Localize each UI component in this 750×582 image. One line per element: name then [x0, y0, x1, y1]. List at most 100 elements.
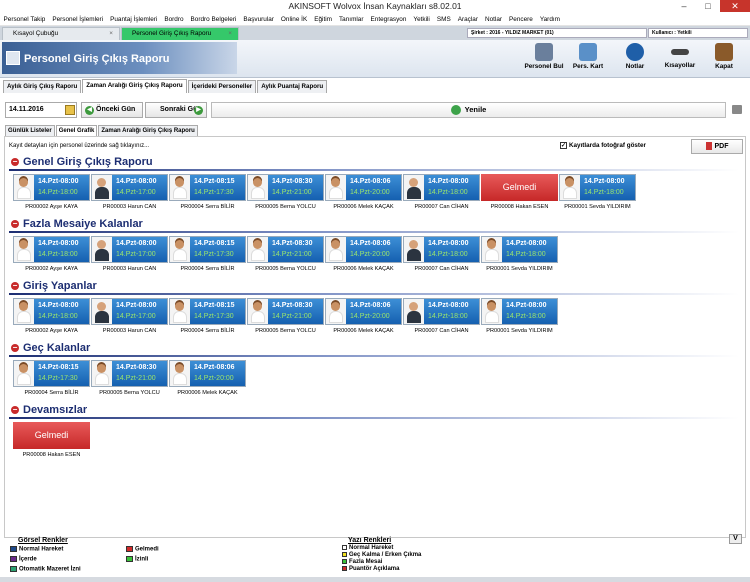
view-tabs: Günlük Listeler Genel Grafik Zaman Aralı…: [5, 125, 199, 136]
exit-door-icon: [715, 43, 733, 61]
previous-day-button[interactable]: ◀ Önceki Gün: [81, 102, 143, 118]
minimize-icon[interactable]: –: [672, 0, 696, 12]
section-header[interactable]: − Geç Kalanlar: [9, 341, 739, 355]
personnel-card[interactable]: 14.Pzt-08:15 14.Pzt-17:30 PR00004 Serra Bİ…: [13, 360, 90, 396]
tab-attendance-report[interactable]: Personel Giriş Çıkış Raporu ×: [121, 27, 239, 40]
personnel-card[interactable]: 14.Pzt-08:30 14.Pzt-21:00 PR00005 Berna YO…: [247, 174, 324, 210]
personnel-card-button[interactable]: Pers. Kart: [566, 42, 610, 74]
close-icon[interactable]: ✕: [720, 0, 750, 12]
next-day-button[interactable]: Sonraki Gün ▶: [145, 102, 207, 118]
person-photo-icon: [170, 237, 190, 262]
legend-toggle-button[interactable]: V: [729, 534, 742, 544]
menu-item[interactable]: Pencere: [506, 13, 537, 25]
menu-item[interactable]: Online İK: [277, 13, 310, 25]
personnel-card[interactable]: 14.Pzt-08:00 14.Pzt-17:00 PR00003 Harun CA…: [91, 298, 168, 334]
personnel-card[interactable]: 14.Pzt-08:00 14.Pzt-18:00 PR00002 Ayşe KAY…: [13, 298, 90, 334]
close-tab-icon[interactable]: ×: [109, 28, 113, 40]
personnel-card[interactable]: 14.Pzt-08:00 14.Pzt-18:00 PR00007 Can CİHA…: [403, 236, 480, 272]
maximize-icon[interactable]: □: [696, 0, 720, 12]
personnel-card[interactable]: 14.Pzt-08:00 14.Pzt-18:00 PR00001 Sevda YI…: [559, 174, 636, 210]
tab-date-range[interactable]: Zaman Aralığı Giriş Çıkış Raporu: [98, 125, 198, 136]
personnel-name: PR00004 Serra BİLİR: [180, 266, 235, 272]
pdf-button[interactable]: PDF: [691, 139, 743, 154]
personnel-card[interactable]: 14.Pzt-08:00 14.Pzt-18:00 PR00001 Sevda YI…: [481, 298, 558, 334]
tab-monthly-timesheet[interactable]: Aylık Puantaj Raporu: [257, 80, 328, 93]
close-tab-icon[interactable]: ×: [228, 28, 232, 40]
tab-date-range-report[interactable]: Zaman Aralığı Giriş Çıkış Raporu: [82, 79, 187, 93]
date-input[interactable]: 14.11.2016: [5, 102, 77, 118]
calendar-icon[interactable]: [65, 105, 75, 115]
personnel-card[interactable]: 14.Pzt-08:30 14.Pzt-21:00 PR00005 Berna YO…: [247, 236, 324, 272]
menu-item[interactable]: Personel İşlemleri: [49, 13, 107, 25]
show-photos-checkbox[interactable]: ✓ Kayıtlarda fotoğraf göster: [560, 142, 646, 149]
legend-text-title: Yazı Renkleri: [348, 537, 392, 544]
absent-status: Gelmedi: [481, 174, 558, 201]
section-header[interactable]: − Devamsızlar: [9, 403, 739, 417]
tab-inside-personnel[interactable]: İçerideki Personeller: [187, 80, 257, 93]
attendance-box: 14.Pzt-08:30 14.Pzt-21:00: [247, 174, 324, 201]
personnel-card[interactable]: 14.Pzt-08:15 14.Pzt-17:30 PR00004 Serra Bİ…: [169, 298, 246, 334]
menu-item[interactable]: SMS: [433, 13, 454, 25]
personnel-card[interactable]: Gelmedi PR00008 Hakan ESEN: [13, 422, 90, 458]
check-in-time: 14.Pzt-08:30: [116, 364, 157, 371]
personnel-card[interactable]: 14.Pzt-08:30 14.Pzt-21:00 PR00005 Berna YO…: [247, 298, 324, 334]
personnel-card[interactable]: 14.Pzt-08:00 14.Pzt-18:00 PR00007 Can CİHA…: [403, 298, 480, 334]
menu-item[interactable]: Notlar: [481, 13, 505, 25]
collapse-icon[interactable]: −: [11, 282, 19, 290]
tab-daily-lists[interactable]: Günlük Listeler: [5, 125, 55, 136]
shortcuts-button[interactable]: Kısayollar: [658, 42, 702, 74]
find-personnel-button[interactable]: Personel Bul: [522, 42, 566, 74]
menu-item[interactable]: Yardım: [536, 13, 563, 25]
personnel-card[interactable]: 14.Pzt-08:30 14.Pzt-21:00 PR00005 Berna YO…: [91, 360, 168, 396]
button-label: Kapat: [715, 63, 733, 70]
section-header[interactable]: − Giriş Yapanlar: [9, 279, 739, 293]
refresh-button[interactable]: Yenile: [211, 102, 726, 118]
personnel-card[interactable]: 14.Pzt-08:00 14.Pzt-17:00 PR00003 Harun CA…: [91, 236, 168, 272]
check-in-time: 14.Pzt-08:00: [38, 302, 79, 309]
menu-item[interactable]: Bordro Belgeleri: [187, 13, 240, 25]
notes-button[interactable]: Notlar: [613, 42, 657, 74]
personnel-card[interactable]: 14.Pzt-08:00 14.Pzt-18:00 PR00002 Ayşe KAY…: [13, 236, 90, 272]
personnel-name: PR00002 Ayşe KAYA: [25, 204, 78, 210]
section-header[interactable]: − Fazla Mesaiye Kalanlar: [9, 217, 739, 231]
personnel-card[interactable]: 14.Pzt-08:06 14.Pzt-20:00 PR00006 Melek KA…: [325, 174, 402, 210]
personnel-card[interactable]: Gelmedi PR00008 Hakan ESEN: [481, 174, 558, 210]
button-label: Kısayollar: [664, 62, 696, 69]
print-icon[interactable]: [732, 105, 742, 114]
personnel-name: PR00004 Serra BİLİR: [180, 204, 235, 210]
menu-item[interactable]: Araçlar: [454, 13, 481, 25]
personnel-card[interactable]: 14.Pzt-08:15 14.Pzt-17:30 PR00004 Serra Bİ…: [169, 174, 246, 210]
personnel-card[interactable]: 14.Pzt-08:06 14.Pzt-20:00 PR00006 Melek KA…: [325, 236, 402, 272]
menu-item[interactable]: Puantaj İşlemleri: [107, 13, 161, 25]
menu-item[interactable]: Personel Takip: [0, 13, 49, 25]
user-box: Kullanıcı : Yetkili: [648, 28, 748, 38]
time-block: 14.Pzt-08:00 14.Pzt-18:00: [424, 175, 479, 200]
section-header[interactable]: − Genel Giriş Çıkış Raporu: [9, 155, 739, 169]
person-photo-icon: [14, 361, 34, 386]
personnel-card[interactable]: 14.Pzt-08:00 14.Pzt-18:00 PR00002 Ayşe KAY…: [13, 174, 90, 210]
legend-visual-title: Görsel Renkler: [18, 537, 68, 544]
personnel-card[interactable]: 14.Pzt-08:15 14.Pzt-17:30 PR00004 Serra Bİ…: [169, 236, 246, 272]
check-out-time: 14.Pzt-21:00: [272, 189, 312, 196]
menu-item[interactable]: Yetkili: [410, 13, 433, 25]
person-photo-icon: [170, 361, 190, 386]
personnel-card[interactable]: 14.Pzt-08:06 14.Pzt-20:00 PR00006 Melek KA…: [325, 298, 402, 334]
close-button[interactable]: Kapat: [702, 42, 746, 74]
menu-item[interactable]: Bordro: [161, 13, 187, 25]
attendance-box: 14.Pzt-08:00 14.Pzt-18:00: [13, 174, 90, 201]
collapse-icon[interactable]: −: [11, 406, 19, 414]
tab-general-graph[interactable]: Genel Grafik: [55, 125, 98, 136]
personnel-card[interactable]: 14.Pzt-08:00 14.Pzt-18:00 PR00007 Can CİHA…: [403, 174, 480, 210]
menu-item[interactable]: Entegrasyon: [367, 13, 410, 25]
menu-item[interactable]: Eğitim: [311, 13, 336, 25]
collapse-icon[interactable]: −: [11, 344, 19, 352]
menu-item[interactable]: Tanımlar: [335, 13, 367, 25]
personnel-card[interactable]: 14.Pzt-08:06 14.Pzt-20:00 PR00006 Melek KA…: [169, 360, 246, 396]
tab-shortcut-bar[interactable]: Kısayol Çubuğu ×: [2, 27, 120, 40]
personnel-card[interactable]: 14.Pzt-08:00 14.Pzt-18:00 PR00001 Sevda YI…: [481, 236, 558, 272]
menu-item[interactable]: Başvurular: [240, 13, 278, 25]
tab-monthly-report[interactable]: Aylık Giriş Çıkış Raporu: [3, 80, 82, 93]
collapse-icon[interactable]: −: [11, 220, 19, 228]
collapse-icon[interactable]: −: [11, 158, 19, 166]
personnel-card[interactable]: 14.Pzt-08:00 14.Pzt-17:00 PR00003 Harun CA…: [91, 174, 168, 210]
